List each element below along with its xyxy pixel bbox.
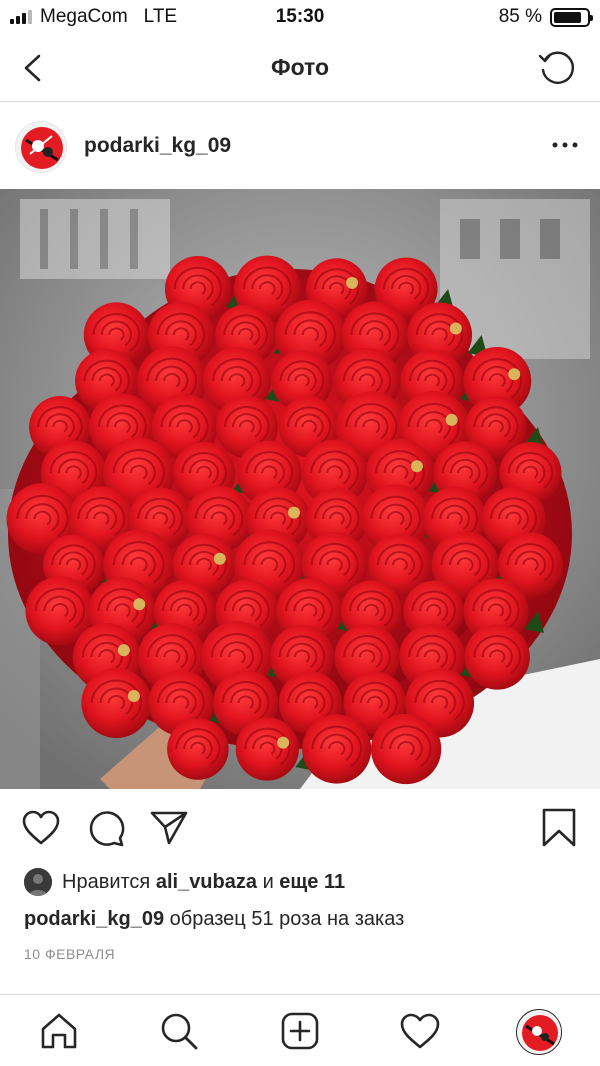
add-post-icon[interactable]: [278, 1009, 322, 1053]
gold-bead: [346, 276, 359, 289]
liker-avatar: [24, 868, 52, 896]
nav-bar: Фото: [0, 34, 600, 102]
battery-percent: 85 %: [498, 6, 542, 27]
caption-username[interactable]: podarki_kg_09: [24, 908, 164, 930]
status-right: 85 %: [498, 6, 593, 28]
caption-text: образец 51 роза на заказ: [169, 908, 405, 930]
battery-level: [554, 11, 582, 23]
rose-bouquet-image: [0, 189, 600, 789]
post-date: 10 ФЕВРАЛЯ: [24, 946, 116, 962]
home-icon[interactable]: [37, 1009, 81, 1053]
battery-icon: [550, 7, 593, 27]
likes-prefix: Нравится: [62, 870, 151, 893]
heart-icon[interactable]: [20, 807, 62, 849]
search-icon[interactable]: [157, 1009, 201, 1053]
gold-bead: [127, 689, 140, 702]
refresh-icon[interactable]: [536, 46, 578, 88]
liker-username[interactable]: ali_vubaza: [156, 871, 257, 893]
gold-bead: [410, 460, 423, 473]
post-photo[interactable]: [0, 189, 600, 789]
post-caption: podarki_kg_09 образец 51 роза на заказ: [24, 908, 404, 931]
send-icon[interactable]: [148, 807, 190, 849]
gold-bead: [213, 552, 226, 565]
likes-others[interactable]: еще 11: [279, 871, 345, 893]
status-bar: MegaCom LTE 15:30 85 %: [0, 0, 600, 34]
more-dots-icon[interactable]: [550, 133, 580, 157]
gold-bead: [277, 736, 290, 749]
tab-bar: [0, 994, 600, 1066]
comment-icon[interactable]: [85, 807, 127, 849]
post-header: podarki_kg_09: [0, 103, 600, 189]
bookmark-icon[interactable]: [538, 807, 580, 849]
gold-bead: [508, 368, 521, 381]
likes-conjunction: и: [262, 870, 274, 893]
profile-avatar[interactable]: [516, 1009, 562, 1055]
gold-bead: [445, 413, 458, 426]
post-username[interactable]: podarki_kg_09: [84, 134, 231, 158]
activity-heart-icon[interactable]: [398, 1009, 442, 1053]
page-title: Фото: [270, 54, 330, 80]
avatar[interactable]: [15, 121, 67, 173]
gold-bead: [449, 322, 462, 335]
post-actions: [0, 789, 600, 865]
likes-row[interactable]: Нравится ali_vubaza и еще 11: [24, 866, 345, 898]
gold-bead: [287, 506, 300, 519]
gold-bead: [117, 644, 130, 657]
gold-bead: [133, 598, 146, 611]
